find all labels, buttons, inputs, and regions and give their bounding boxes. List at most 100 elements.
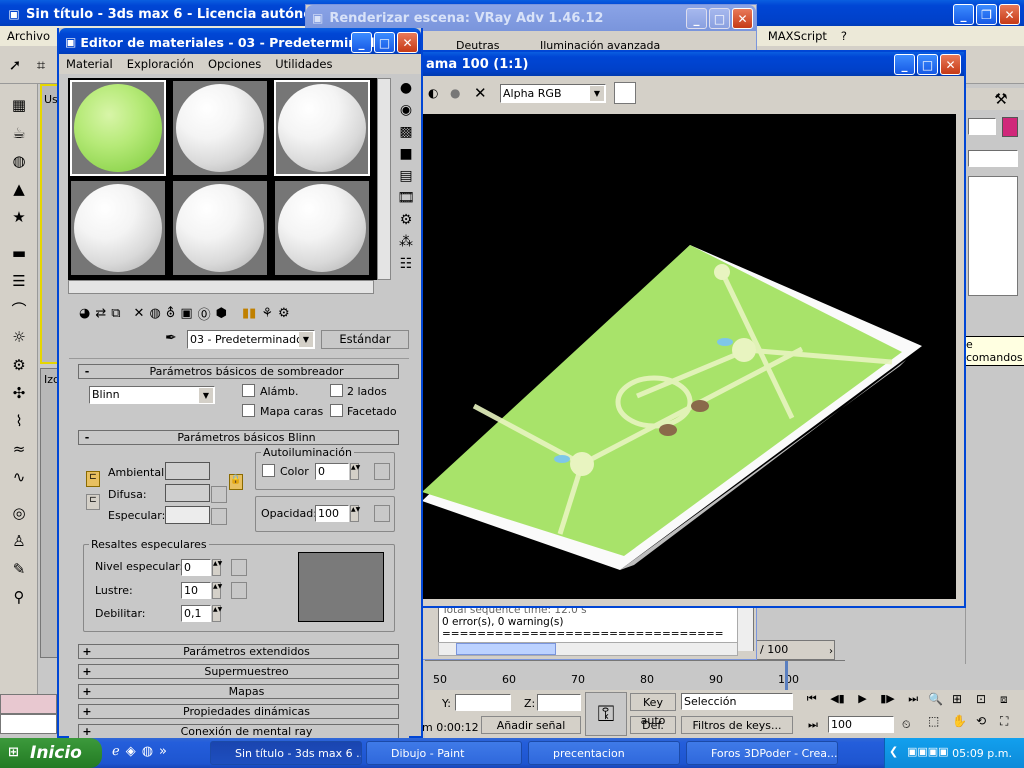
make-unique-icon[interactable]: ⛢: [166, 306, 176, 321]
menu-help[interactable]: ?: [834, 29, 854, 43]
opacity-spinner[interactable]: ▲▼: [350, 505, 360, 522]
video-color-icon[interactable]: ▤: [399, 168, 412, 184]
spec-level-value[interactable]: 0: [181, 559, 211, 576]
reset-map-icon[interactable]: ✕: [134, 306, 145, 321]
rollout-mental-ray[interactable]: + Conexión de mental ray: [78, 724, 399, 739]
slots-hscroll[interactable]: [68, 280, 374, 294]
vray-maximize-button[interactable]: □: [709, 8, 730, 29]
opacity-map-button[interactable]: [374, 505, 390, 522]
material-effects-icon[interactable]: ⓪: [198, 304, 211, 323]
sample-slot-2[interactable]: [172, 80, 268, 176]
alpha-dot-icon[interactable]: ●: [450, 86, 460, 100]
cmd-name-field[interactable]: [968, 118, 996, 135]
mono-icon[interactable]: ◐: [428, 86, 438, 100]
clock[interactable]: 05:09 p.m.: [952, 747, 1012, 760]
vray-close-button[interactable]: ✕: [732, 8, 753, 29]
sample-slot-5[interactable]: [172, 180, 268, 276]
wire-checkbox[interactable]: [242, 384, 255, 397]
two-sided-checkbox[interactable]: [330, 384, 343, 397]
sample-slot-6[interactable]: [274, 180, 370, 276]
uv-tiling-icon[interactable]: ■: [399, 146, 412, 162]
self-illum-value[interactable]: 0: [315, 463, 349, 480]
timeline-next-icon[interactable]: ›: [820, 640, 842, 662]
diffuse-map-button[interactable]: [211, 486, 227, 503]
object-color-swatch[interactable]: [1002, 117, 1018, 137]
select-by-material-icon[interactable]: ⁂: [399, 234, 413, 250]
star-icon[interactable]: ★: [8, 206, 30, 228]
go-to-parent-icon[interactable]: ⚘: [261, 306, 273, 321]
task-3dsmax[interactable]: Sin título - 3ds max 6 ...: [210, 741, 362, 765]
self-illum-color-checkbox[interactable]: [262, 464, 275, 477]
log-hscroll-thumb[interactable]: [456, 643, 556, 655]
get-material-icon[interactable]: ◕: [79, 306, 90, 321]
max-close-button[interactable]: ✕: [999, 4, 1020, 25]
go-forward-icon[interactable]: ⚙: [278, 306, 290, 321]
material-name-field[interactable]: 03 - Predeterminado: [187, 330, 315, 349]
framebuffer-titlebar[interactable]: ama 100 (1:1): [412, 52, 964, 76]
fb-color-swatch[interactable]: [614, 82, 636, 104]
menu-maxscript[interactable]: MAXScript: [761, 29, 834, 43]
helper-icon[interactable]: ✣: [8, 382, 30, 404]
task-paint[interactable]: Dibujo - Paint: [366, 741, 522, 765]
z-field[interactable]: [537, 694, 581, 711]
menu-archivo[interactable]: Archivo: [0, 29, 57, 43]
ie-icon[interactable]: ℯ: [112, 744, 120, 762]
task-folder[interactable]: precentacion: [528, 741, 680, 765]
put-to-scene-icon[interactable]: ⇄: [95, 306, 106, 321]
cone-icon[interactable]: ▲: [8, 178, 30, 200]
mat-menu-opciones[interactable]: Opciones: [201, 57, 268, 71]
zoom-all-icon[interactable]: ⊞: [952, 692, 974, 712]
max-restore-button[interactable]: ❐: [976, 4, 997, 25]
key-mode-icon[interactable]: ⚿: [585, 692, 627, 736]
mat-menu-exploracion[interactable]: Exploración: [120, 57, 201, 71]
zoom-icon[interactable]: 🔍: [928, 692, 950, 712]
backlight-icon[interactable]: ◉: [400, 102, 412, 118]
fb-minimize-button[interactable]: _: [894, 54, 915, 75]
ring-icon[interactable]: ◎: [8, 502, 30, 524]
specular-map-button[interactable]: [211, 508, 227, 525]
rollout-maps[interactable]: + Mapas: [78, 684, 399, 699]
options-icon[interactable]: ⚙: [400, 212, 413, 228]
status-left-field[interactable]: [0, 714, 57, 734]
goto-start-icon[interactable]: ⏮: [807, 692, 817, 712]
rollout-extended[interactable]: + Parámetros extendidos: [78, 644, 399, 659]
material-type-button[interactable]: Estándar: [321, 330, 409, 349]
rollout-dynamics[interactable]: + Propiedades dinámicas: [78, 704, 399, 719]
light-icon[interactable]: ☼: [8, 326, 30, 348]
mat-menu-material[interactable]: Material: [59, 57, 120, 71]
sample-slot-4[interactable]: [70, 180, 166, 276]
self-illum-spinner[interactable]: ▲▼: [350, 463, 360, 480]
teapot-icon[interactable]: ☕: [8, 122, 30, 144]
faceted-checkbox[interactable]: [330, 404, 343, 417]
gloss-map-button[interactable]: [231, 582, 247, 599]
def-key-button[interactable]: Def. key: [630, 716, 676, 750]
mat-menu-utilidades[interactable]: Utilidades: [268, 57, 339, 71]
sphere-icon[interactable]: ◍: [8, 150, 30, 172]
maximize-viewport-icon[interactable]: ⛶: [1000, 714, 1022, 734]
soften-spinner[interactable]: ▲▼: [212, 605, 222, 622]
prev-frame-icon[interactable]: ◀▮: [830, 692, 845, 712]
firefox-icon[interactable]: ◍: [142, 744, 153, 762]
utilities-hammer-icon[interactable]: ⚒: [990, 88, 1012, 110]
play-icon[interactable]: ▶: [858, 692, 866, 712]
frame-field[interactable]: 100: [828, 716, 894, 733]
create-box-icon[interactable]: ▦: [8, 94, 30, 116]
media-icon[interactable]: ◈: [126, 744, 136, 762]
soften-value[interactable]: 0,1: [181, 605, 211, 622]
key-mode-toggle-icon[interactable]: ⏭: [808, 718, 818, 732]
quick-launch-more-icon[interactable]: »: [159, 744, 167, 762]
make-copy-icon[interactable]: ◍: [149, 306, 160, 321]
channel-dropdown-arrow-icon[interactable]: ▼: [590, 86, 604, 101]
put-to-library-icon[interactable]: ▣: [180, 306, 192, 321]
clear-icon[interactable]: ✕: [474, 84, 487, 102]
opacity-value[interactable]: 100: [315, 505, 349, 522]
lock-diffuse-specular-icon[interactable]: ⊏: [86, 494, 100, 510]
cmd-dropdown[interactable]: [968, 150, 1018, 167]
select-region-icon[interactable]: ⌗: [30, 54, 52, 76]
material-name-dropdown-icon[interactable]: ▼: [299, 332, 313, 347]
lock-icon[interactable]: 🔒: [229, 474, 243, 490]
key-filters-button[interactable]: Filtros de keys...: [681, 716, 793, 734]
sample-type-icon[interactable]: ●: [400, 80, 412, 96]
link-icon[interactable]: ⚲: [8, 586, 30, 608]
shader-select[interactable]: Blinn: [89, 386, 215, 404]
